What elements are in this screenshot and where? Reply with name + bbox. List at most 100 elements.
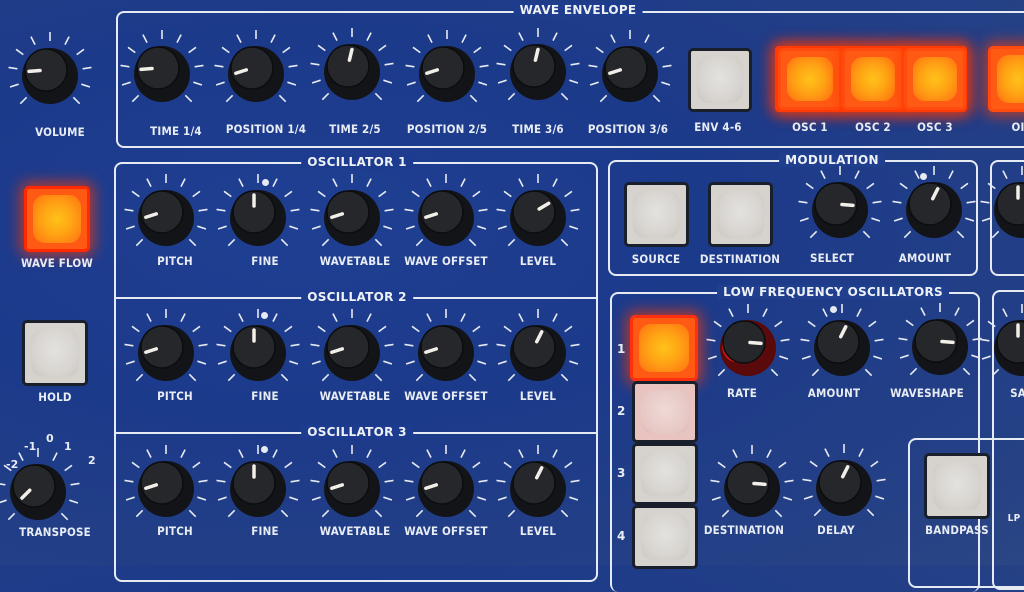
mod-destination-label: DESTINATION xyxy=(699,252,781,266)
osc-1-label: OSC 1 xyxy=(792,120,828,134)
lfo-destination-knob[interactable] xyxy=(702,437,802,537)
position-3-6-knob[interactable] xyxy=(580,22,680,122)
transpose-scale-minus-2: -2 xyxy=(6,458,19,471)
transpose-scale-0: 0 xyxy=(46,432,54,445)
transpose-label: TRANSPOSE xyxy=(19,525,91,539)
osc2-wavetable-knob-cap xyxy=(326,325,370,369)
osc1-pitch-label: PITCH xyxy=(157,254,193,268)
knob-label-position-3-6: POSITION 3/6 xyxy=(587,122,669,136)
knob-label-position-1-4: POSITION 1/4 xyxy=(225,122,307,136)
osc-1-button[interactable] xyxy=(778,48,842,110)
osc2-wavetable-label: WAVETABLE xyxy=(319,389,391,403)
lfo-number-2: 2 xyxy=(617,404,626,418)
time-2-5-knob-pointer xyxy=(347,47,354,62)
osc3-pitch-label: PITCH xyxy=(157,524,193,538)
partial-right-knob[interactable] xyxy=(972,158,1024,258)
osc3-fine-knob[interactable] xyxy=(208,437,308,537)
osc2-level-knob-cap xyxy=(512,325,556,369)
transpose-knob-cap xyxy=(12,464,56,508)
osc1-fine-knob[interactable] xyxy=(208,166,308,266)
time-2-5-knob-cap xyxy=(326,44,370,88)
lfo-destination-label: DESTINATION xyxy=(703,523,785,537)
filter-partial-label-sa: SA xyxy=(1010,386,1024,400)
mod-amount-knob[interactable] xyxy=(884,158,984,258)
osc1-wavetable-knob-cap xyxy=(326,190,370,234)
osc3-pitch-knob[interactable] xyxy=(116,437,216,537)
osc2-pitch-knob[interactable] xyxy=(116,301,216,401)
position-2-5-knob[interactable] xyxy=(397,22,497,122)
mod-select-knob[interactable] xyxy=(790,158,890,258)
osc3-pitch-knob-cap xyxy=(140,461,184,505)
osc3-level-knob[interactable] xyxy=(488,437,588,537)
osc-4-button[interactable] xyxy=(988,46,1024,112)
lfo-4-button[interactable] xyxy=(632,505,698,569)
position-1-4-knob[interactable] xyxy=(206,22,306,122)
lfo-3-button[interactable] xyxy=(632,443,698,505)
osc3-level-label: LEVEL xyxy=(519,524,557,538)
mod-destination-button[interactable] xyxy=(708,182,773,247)
osc1-pitch-knob[interactable] xyxy=(116,166,216,266)
lfo-waveshape-knob-pointer xyxy=(940,339,955,345)
lfo-2-button[interactable] xyxy=(632,381,698,443)
time-3-6-knob-pointer xyxy=(533,47,540,62)
time-3-6-knob-cap xyxy=(512,44,556,88)
wave-flow-button[interactable] xyxy=(24,186,90,252)
time-3-6-knob[interactable] xyxy=(488,20,588,120)
lfo-number-1: 1 xyxy=(617,342,626,356)
osc2-wave-offset-knob[interactable] xyxy=(396,301,496,401)
lfo-delay-knob[interactable] xyxy=(794,436,894,536)
time-1-4-knob[interactable] xyxy=(112,22,212,122)
osc2-fine-center-dot xyxy=(261,312,268,319)
osc3-wavetable-label: WAVETABLE xyxy=(319,524,391,538)
lfo-amount-knob-cap xyxy=(816,320,860,364)
knob-label-time-3-6: TIME 3/6 xyxy=(512,122,564,136)
lfo-amount-knob[interactable] xyxy=(792,296,892,396)
osc-3-label: OSC 3 xyxy=(917,120,953,134)
mod-select-label: SELECT xyxy=(809,251,855,265)
knob-label-position-2-5: POSITION 2/5 xyxy=(406,122,488,136)
osc2-wavetable-knob[interactable] xyxy=(302,301,402,401)
osc1-wavetable-label: WAVETABLE xyxy=(319,254,391,268)
osc-3-button[interactable] xyxy=(904,48,966,110)
osc3-level-knob-cap xyxy=(512,461,556,505)
osc3-wavetable-knob[interactable] xyxy=(302,437,402,537)
volume-knob[interactable] xyxy=(0,24,100,124)
mod-amount-center-dot xyxy=(920,173,927,180)
osc1-level-knob[interactable] xyxy=(488,166,588,266)
transpose-scale-1: 1 xyxy=(64,440,72,453)
knob-label-time-1-4: TIME 1/4 xyxy=(150,124,202,138)
bandpass-button[interactable] xyxy=(924,453,990,519)
osc2-pitch-label: PITCH xyxy=(157,389,193,403)
lfo-rate-knob[interactable] xyxy=(698,296,798,396)
osc3-fine-label: FINE xyxy=(251,524,279,538)
hold-button[interactable] xyxy=(22,320,88,386)
osc1-level-label: LEVEL xyxy=(519,254,557,268)
osc-2-button[interactable] xyxy=(842,48,904,110)
env-4-6-button[interactable] xyxy=(688,48,752,112)
osc2-fine-knob[interactable] xyxy=(208,301,308,401)
osc2-level-label: LEVEL xyxy=(519,389,557,403)
osc3-wave-offset-knob[interactable] xyxy=(396,437,496,537)
osc1-wave-offset-knob[interactable] xyxy=(396,166,496,266)
mod-source-label: SOURCE xyxy=(631,252,681,266)
wave-flow-label: WAVE FLOW xyxy=(20,256,94,270)
osc1-pitch-knob-cap xyxy=(140,190,184,234)
osc2-level-knob[interactable] xyxy=(488,301,588,401)
lfo-waveshape-label: WAVESHAPE xyxy=(890,386,964,400)
mod-amount-knob-cap xyxy=(908,182,952,226)
osc2-pitch-knob-cap xyxy=(140,325,184,369)
partial-sa-knob[interactable] xyxy=(972,296,1024,396)
osc1-wavetable-knob[interactable] xyxy=(302,166,402,266)
lfo-1-button[interactable] xyxy=(630,315,698,381)
position-3-6-knob-cap xyxy=(604,46,648,90)
lfo-amount-label: AMOUNT xyxy=(807,386,861,400)
time-2-5-knob[interactable] xyxy=(302,20,402,120)
mod-source-button[interactable] xyxy=(624,182,689,247)
lfo-destination-knob-pointer xyxy=(752,481,767,487)
osc1-wave-offset-label: WAVE OFFSET xyxy=(404,254,488,268)
osc-partial-label: OI xyxy=(1011,120,1024,134)
osc2-fine-label: FINE xyxy=(251,389,279,403)
osc1-wave-offset-knob-cap xyxy=(420,190,464,234)
lfo-amount-center-dot xyxy=(830,306,837,313)
bandpass-label: BANDPASS xyxy=(925,523,989,537)
